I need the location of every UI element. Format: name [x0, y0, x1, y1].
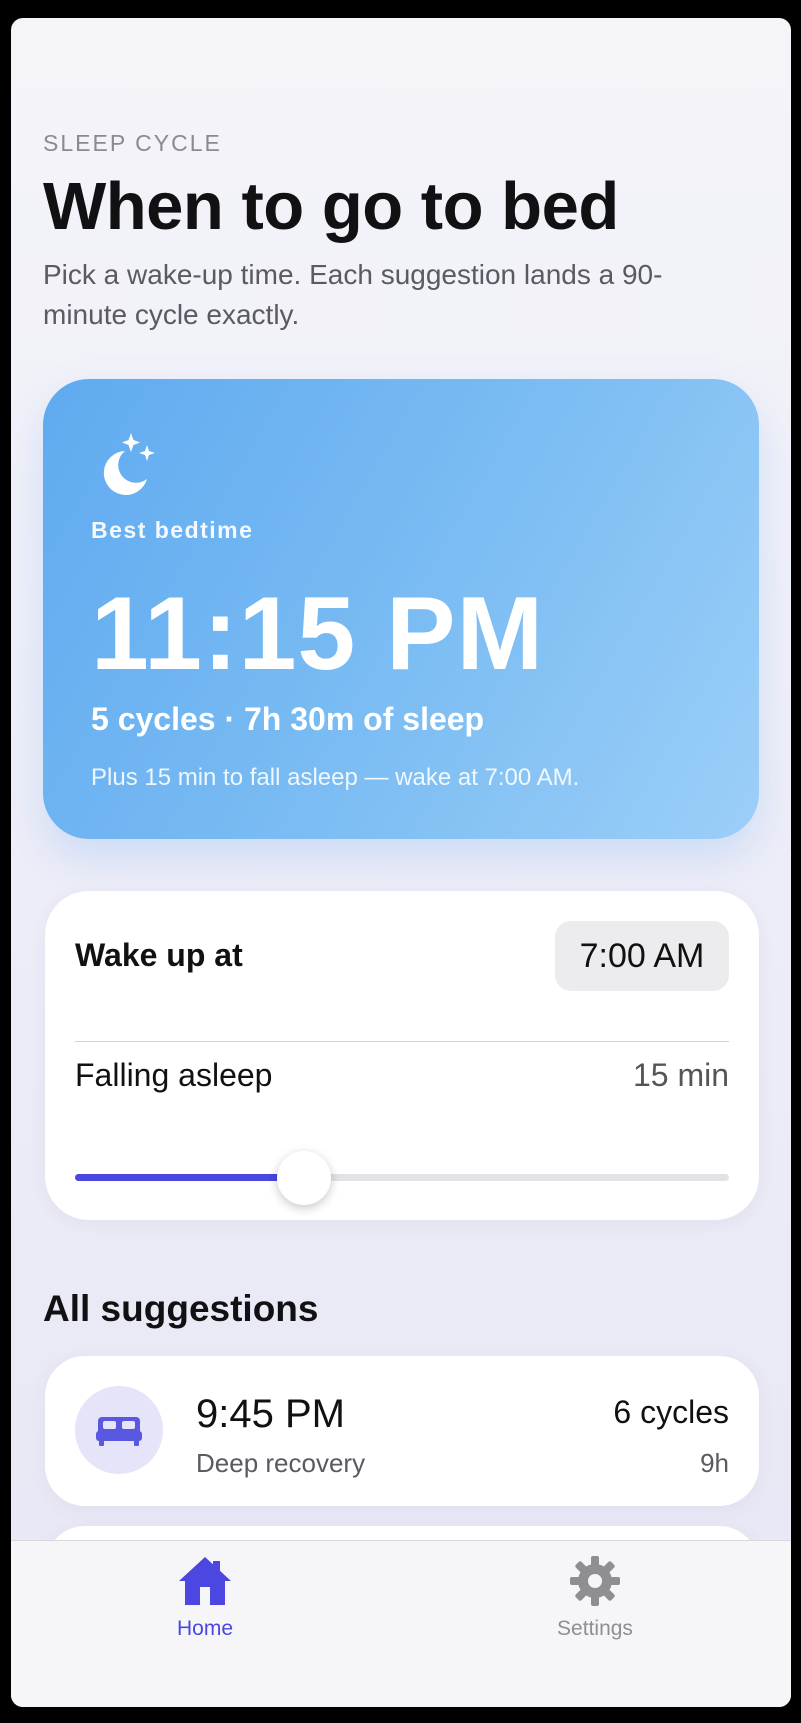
- page-title: When to go to bed: [43, 169, 619, 244]
- wake-up-label: Wake up at: [75, 937, 243, 973]
- falling-asleep-value: 15 min: [632, 1057, 729, 1093]
- tab-bar: Home Settings: [11, 1540, 791, 1707]
- suggestion-card[interactable]: 9:45 PM Deep recovery 6 cycles 9h: [45, 1356, 759, 1506]
- page-subtitle: Pick a wake-up time. Each suggestion lan…: [43, 259, 663, 330]
- tab-home[interactable]: Home: [125, 1551, 285, 1641]
- bed-icon: [96, 1417, 142, 1446]
- best-bedtime-note: Plus 15 min to fall asleep — wake at 7:0…: [91, 764, 580, 791]
- home-icon: [179, 1557, 231, 1605]
- divider: [75, 1041, 729, 1042]
- falling-asleep-label: Falling asleep: [75, 1057, 273, 1093]
- suggestion-icon-wrap: [75, 1386, 163, 1474]
- suggestion-hours: 9h: [700, 1448, 729, 1478]
- moon-stars-icon: [103, 433, 155, 495]
- falling-asleep-slider[interactable]: [75, 1150, 729, 1205]
- suggestion-cycles: 6 cycles: [613, 1394, 729, 1430]
- tab-settings-label: Settings: [557, 1617, 633, 1640]
- best-bedtime-card: Best bedtime 11:15 PM 5 cycles · 7h 30m …: [43, 379, 759, 839]
- suggestion-time: 9:45 PM: [196, 1392, 345, 1436]
- tab-home-label: Home: [176, 1617, 234, 1640]
- slider-fill: [75, 1174, 304, 1181]
- suggestion-description: Deep recovery: [196, 1448, 366, 1478]
- suggestions-title: All suggestions: [43, 1288, 319, 1329]
- slider-thumb[interactable]: [276, 1150, 331, 1205]
- wake-time-picker[interactable]: 7:00 AM: [555, 921, 729, 991]
- best-bedtime-summary: 5 cycles · 7h 30m of sleep: [91, 701, 485, 737]
- best-bedtime-time: 11:15 PM: [91, 576, 545, 692]
- tab-settings[interactable]: Settings: [515, 1551, 675, 1641]
- scroll-content[interactable]: SLEEP CYCLE When to go to bed Pick a wak…: [11, 18, 791, 1540]
- suggestion-card-partial[interactable]: [45, 1526, 759, 1540]
- app-screen: SLEEP CYCLE When to go to bed Pick a wak…: [11, 18, 791, 1707]
- gear-icon: [570, 1556, 620, 1606]
- eyebrow-label: SLEEP CYCLE: [43, 130, 222, 156]
- best-bedtime-label: Best bedtime: [91, 517, 254, 543]
- sleep-settings-card: Wake up at 7:00 AM Falling asleep 15 min: [45, 891, 759, 1220]
